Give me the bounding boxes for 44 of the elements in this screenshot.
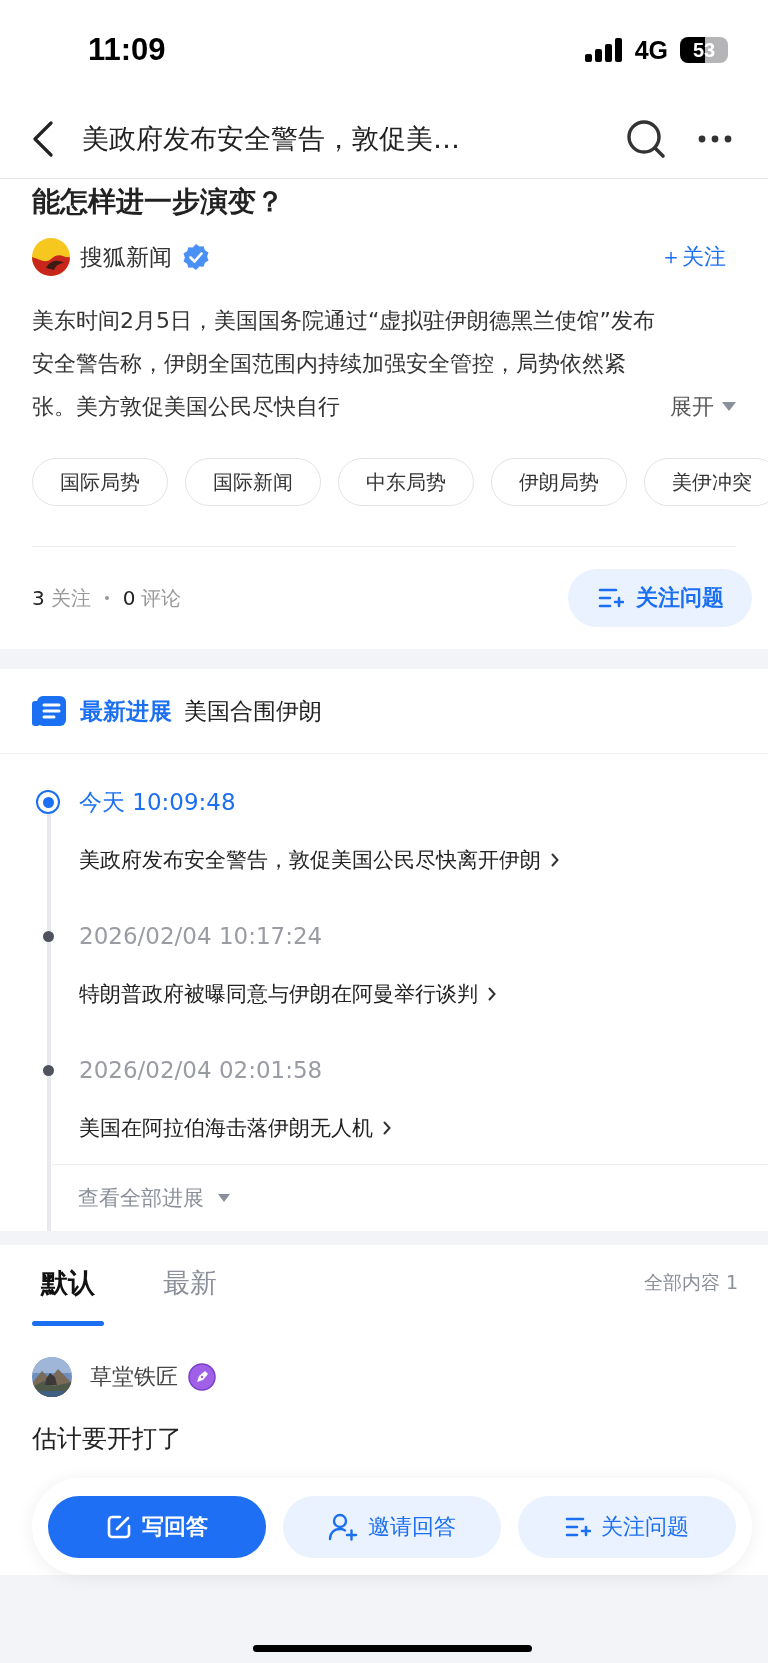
signal-icon xyxy=(584,38,623,62)
follow-button[interactable]: ＋关注 xyxy=(660,242,726,272)
answer-text: 估计要开打了 xyxy=(32,1423,183,1455)
stat-count: 0 xyxy=(122,586,136,610)
caret-icon xyxy=(218,1194,230,1202)
add-user-icon xyxy=(328,1512,358,1541)
question-title: 能怎样进一步演变？ xyxy=(32,184,284,220)
chevron-icon xyxy=(383,1121,391,1135)
follow-question-button[interactable]: 关注问题 xyxy=(568,569,752,627)
event-time: 今天 10:09:48 xyxy=(79,787,236,817)
event-time: 2026/02/04 02:01:58 xyxy=(79,1057,323,1083)
network-type: 4G xyxy=(634,35,668,65)
edit-icon xyxy=(106,1513,132,1540)
back-icon[interactable] xyxy=(32,121,54,157)
write-answer-button[interactable]: 写回答 xyxy=(48,1495,266,1558)
summary-text: 美东时间2月5日，美国国务院通过“虚拟驻伊朗德黑兰使馆”发布安全警告称，伊朗全国范围内持续加强安全管控，局势依然紧张。美方敦促美国公民尽快自行 xyxy=(32,307,656,421)
clock-time: 11:09 xyxy=(88,32,167,68)
content-count: 全部内容 1 xyxy=(643,1270,738,1295)
stat-label: 评论 xyxy=(141,584,182,612)
chevron-icon xyxy=(551,853,559,867)
invite-answer-button[interactable]: 邀请回答 xyxy=(283,1495,501,1558)
search-icon[interactable] xyxy=(626,119,666,159)
answer-author[interactable]: 草堂铁匠 xyxy=(90,1362,178,1392)
stat-label: 关注 xyxy=(50,584,91,612)
event-title[interactable]: 特朗普政府被曝同意与伊朗在阿曼举行谈判 xyxy=(79,980,478,1008)
caret-icon xyxy=(722,402,736,411)
event-title[interactable]: 美政府发布安全警告，敦促美国公民尽快离开伊朗 xyxy=(79,846,541,874)
follow-list-icon xyxy=(565,1515,591,1538)
topic-title[interactable]: 美国合围伊朗 xyxy=(184,695,322,727)
follow-question-button[interactable]: 关注问题 xyxy=(518,1495,736,1558)
logo-icon xyxy=(32,238,70,276)
more-icon[interactable] xyxy=(698,135,732,143)
expand-link[interactable]: 展开 xyxy=(670,385,736,428)
stat-count: 3 xyxy=(32,586,45,610)
news-list-icon xyxy=(32,694,66,728)
sort-tab[interactable]: 默认 xyxy=(32,1251,104,1329)
event-time: 2026/02/04 10:17:24 xyxy=(79,923,323,949)
pen-badge-icon xyxy=(188,1363,216,1391)
section-label: 最新进展 xyxy=(80,696,172,726)
chevron-icon xyxy=(488,987,496,1001)
follow-list-icon xyxy=(598,587,624,609)
page-title: 美政府发布安全警告，敦促美… xyxy=(81,122,461,156)
event-title[interactable]: 美国在阿拉伯海击落伊朗无人机 xyxy=(79,1114,373,1142)
author-name[interactable]: 搜狐新闻 xyxy=(80,241,172,273)
